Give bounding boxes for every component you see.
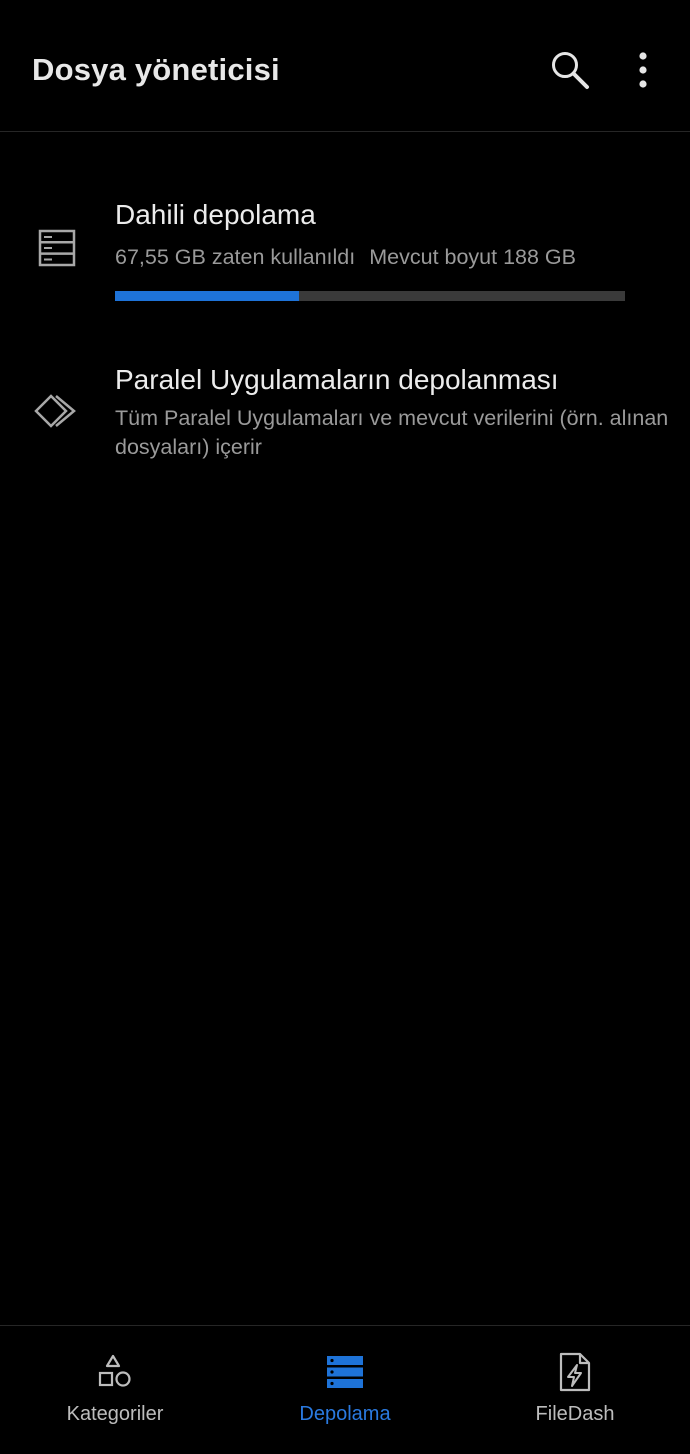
nav-tab-categories[interactable]: Kategoriler [0,1326,230,1454]
storage-progress-fill [115,291,299,301]
nav-tab-storage[interactable]: Depolama [230,1326,460,1454]
storage-icon [230,1352,460,1392]
app-bar: Dosya yöneticisi [0,0,690,132]
bottom-navigation: Kategoriler Depolama FileDash [0,1325,690,1453]
used-space-text: 67,55 GB zaten kullanıldı [115,245,356,269]
nav-label-storage: Depolama [299,1403,391,1425]
nav-tab-filedash[interactable]: FileDash [460,1326,690,1454]
storage-list-icon [32,223,82,273]
parallel-apps-title: Paralel Uygulamaların depolanması [115,364,559,395]
internal-storage-usage: 67,55 GB zaten kullanıldı Mevcut boyut 18… [115,245,576,270]
internal-storage-item[interactable]: Dahili depolama 67,55 GB zaten kullanıld… [0,183,690,323]
filedash-icon [460,1352,690,1392]
nav-label-filedash: FileDash [535,1403,615,1425]
search-button[interactable] [546,46,594,94]
more-vertical-icon [639,52,647,88]
more-options-button[interactable] [619,46,667,94]
parallel-apps-icon [32,386,82,436]
search-icon [552,52,589,89]
internal-storage-title: Dahili depolama [115,199,316,230]
page-title: Dosya yöneticisi [32,52,280,87]
parallel-apps-storage-item[interactable]: Paralel Uygulamaların depolanması Tüm Pa… [0,348,690,498]
total-space-text: Mevcut boyut 188 GB [369,245,576,269]
parallel-apps-description: Tüm Paralel Uygulamaları ve mevcut veril… [115,406,669,459]
storage-progress-bar [115,291,625,301]
categories-icon [0,1352,230,1392]
nav-label-categories: Kategoriler [66,1403,164,1425]
